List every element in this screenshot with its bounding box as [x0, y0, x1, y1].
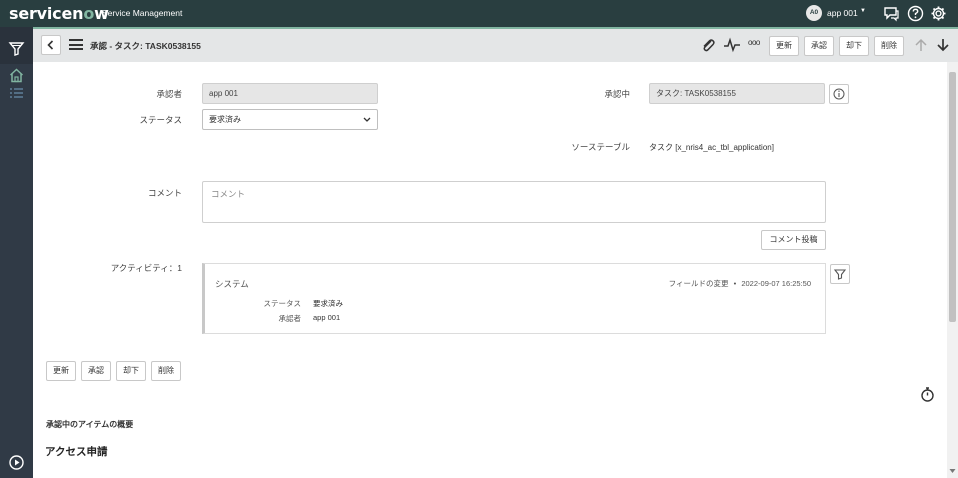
scrollbar-thumb[interactable]: [949, 72, 956, 322]
back-button[interactable]: [41, 35, 61, 55]
approver-label: 承認者: [156, 89, 182, 99]
bottom-approve-button[interactable]: 承認: [81, 361, 111, 381]
arrow-up-icon[interactable]: [913, 37, 929, 53]
access-request-title: アクセス申請: [45, 446, 108, 458]
activity-field-label: 承認者: [278, 314, 302, 323]
filter-icon: [833, 269, 847, 280]
activity-timestamp: 2022-09-07 16:25:50: [741, 279, 811, 288]
scroll-down-icon[interactable]: [949, 468, 956, 474]
home-icon[interactable]: [8, 67, 25, 84]
activity-meta: フィールドの変更 • 2022-09-07 16:25:50: [669, 278, 811, 289]
chevron-down-icon[interactable]: ▼: [860, 8, 866, 14]
bottom-update-button[interactable]: 更新: [46, 361, 76, 381]
comment-label: コメント: [147, 188, 182, 198]
bottom-delete-button[interactable]: 削除: [151, 361, 181, 381]
update-button[interactable]: 更新: [769, 36, 799, 56]
status-label: ステータス: [139, 115, 182, 125]
status-selected-value: 要求済み: [209, 115, 241, 124]
more-options-icon[interactable]: ooo: [748, 38, 760, 54]
stopwatch-icon[interactable]: [919, 386, 936, 403]
activity-source: システム: [215, 279, 249, 289]
summary-section-title: 承認中のアイテムの概要: [46, 420, 134, 429]
top-banner: servicenow Service Management A0 app 001…: [0, 0, 958, 27]
activity-field-value: 要求済み: [313, 299, 343, 308]
delete-button[interactable]: 削除: [874, 36, 904, 56]
servicenow-logo[interactable]: servicenow: [9, 4, 109, 23]
list-icon[interactable]: [8, 85, 25, 102]
activity-change-type: フィールドの変更: [668, 279, 729, 288]
activity-pulse-icon[interactable]: [723, 37, 741, 53]
gear-icon[interactable]: [930, 5, 947, 22]
app-name: Service Management: [102, 8, 183, 18]
approving-label: 承認中: [604, 89, 630, 99]
user-menu[interactable]: app 001: [827, 8, 858, 18]
context-menu-button[interactable]: [69, 39, 83, 50]
activity-separator: •: [733, 279, 737, 288]
chevron-left-icon: [47, 40, 54, 50]
status-select[interactable]: 要求済み: [202, 109, 378, 130]
chat-icon[interactable]: [883, 5, 900, 22]
approving-field[interactable]: タスク: TASK0538155: [649, 83, 825, 104]
chevron-down-icon: [363, 117, 371, 122]
left-navigation: [0, 27, 33, 478]
source-table-label: ソーステーブル: [571, 142, 630, 152]
reject-button[interactable]: 却下: [839, 36, 869, 56]
source-table-value: タスク [x_nris4_ac_tbl_application]: [649, 143, 774, 152]
form-header: 承認 - タスク: TASK0538155 ooo 更新 承認 却下 削除: [33, 27, 958, 62]
scrollbar[interactable]: [947, 62, 958, 478]
avatar[interactable]: A0: [806, 5, 822, 21]
page-title: 承認 - タスク: TASK0538155: [90, 41, 201, 51]
bottom-reject-button[interactable]: 却下: [116, 361, 146, 381]
info-icon: [833, 88, 845, 100]
activity-label: アクティビティ：1: [110, 263, 182, 273]
arrow-down-icon[interactable]: [935, 37, 951, 53]
paperclip-icon[interactable]: [700, 37, 716, 53]
activity-field-label: ステータス: [263, 299, 302, 308]
approver-field[interactable]: app 001: [202, 83, 378, 104]
play-icon[interactable]: [8, 454, 25, 471]
activity-field-value: app 001: [313, 313, 341, 322]
post-comment-button[interactable]: コメント投稿: [761, 230, 826, 250]
comment-input[interactable]: コメント: [202, 181, 826, 223]
help-icon[interactable]: [907, 5, 924, 22]
filter-icon[interactable]: [8, 40, 25, 57]
approve-button[interactable]: 承認: [804, 36, 834, 56]
reference-info-button[interactable]: [829, 84, 849, 104]
activity-entry: システム フィールドの変更 • 2022-09-07 16:25:50 ステータ…: [202, 263, 826, 334]
activity-filter-button[interactable]: [830, 264, 850, 284]
